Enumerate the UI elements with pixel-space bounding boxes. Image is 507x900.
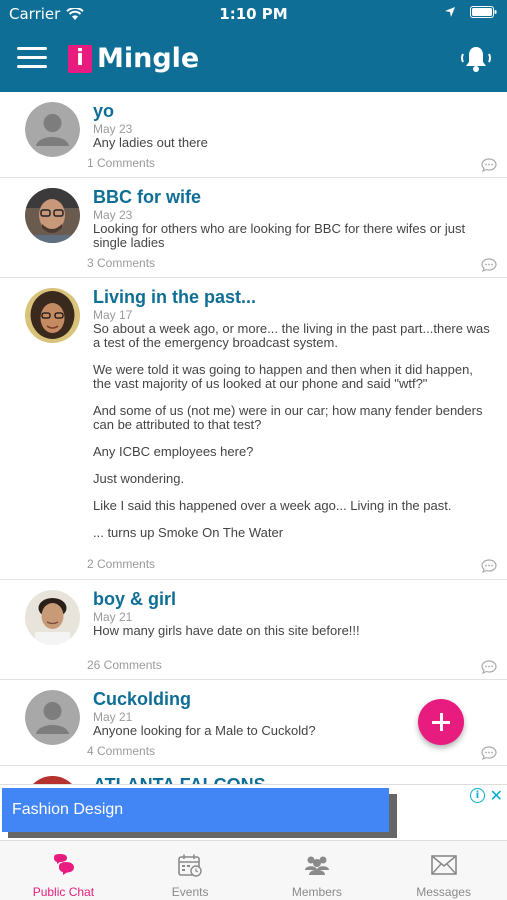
hamburger-menu-icon[interactable] (17, 47, 47, 71)
default-avatar-icon[interactable] (25, 690, 80, 745)
ad-close-icon[interactable]: ✕ (490, 786, 503, 805)
comments-count[interactable]: 2 Comments (87, 557, 155, 571)
tab-events[interactable]: Events (127, 841, 254, 900)
members-icon (304, 856, 329, 875)
post-title[interactable]: Living in the past... (93, 286, 507, 308)
comment-bubble-icon[interactable] (481, 746, 497, 760)
post-title[interactable]: boy & girl (93, 588, 507, 610)
comment-bubble-icon[interactable] (481, 559, 497, 573)
comments-count[interactable]: 1 Comments (87, 156, 155, 170)
comments-count[interactable]: 4 Comments (87, 744, 155, 758)
user-avatar-photo[interactable] (25, 188, 80, 243)
status-time: 1:10 PM (219, 5, 288, 23)
location-arrow-icon (445, 7, 455, 17)
comments-count[interactable]: 26 Comments (87, 658, 162, 672)
comment-bubble-icon[interactable] (481, 158, 497, 172)
post-body: Looking for others who are looking for B… (93, 221, 466, 250)
envelope-icon (430, 855, 457, 875)
ad-banner[interactable]: Fashion Design i ✕ (0, 784, 507, 840)
tab-members[interactable]: Members (254, 841, 381, 900)
post-body: How many girls have date on this site be… (93, 623, 360, 638)
comments-count[interactable]: 3 Comments (87, 256, 155, 270)
post-date: May 17 (93, 308, 133, 322)
default-avatar-icon[interactable] (25, 102, 80, 157)
nav-bar: i Mingle (0, 28, 507, 92)
post-date: May 21 (93, 610, 133, 624)
post-title[interactable]: yo (93, 100, 507, 122)
app-logo: i Mingle (68, 43, 199, 74)
tab-public-chat[interactable]: Public Chat (0, 841, 127, 900)
status-bar: Carrier 1:10 PM (0, 0, 507, 28)
user-avatar-photo[interactable] (25, 776, 80, 784)
tab-bar: Public Chat Events Members Messages (0, 840, 507, 900)
ad-info-icon[interactable]: i (470, 788, 485, 803)
tab-label: Messages (416, 885, 471, 899)
comment-bubble-icon[interactable] (481, 258, 497, 272)
tab-label: Members (291, 885, 342, 899)
post-date: May 23 (93, 122, 133, 136)
post-title[interactable]: ATLANTA FALCONS (93, 774, 507, 784)
calendar-icon (178, 854, 202, 877)
user-avatar-photo[interactable] (25, 288, 80, 343)
battery-icon (470, 6, 497, 18)
post-title[interactable]: BBC for wife (93, 186, 507, 208)
post-date: May 23 (93, 208, 133, 222)
chat-bubbles-icon (54, 854, 75, 875)
post-item[interactable]: BBC for wife May 23 Looking for others w… (0, 178, 507, 278)
user-avatar-photo[interactable] (25, 590, 80, 645)
post-body: Any ladies out there (93, 135, 208, 150)
post-body: So about a week ago, or more... the livi… (93, 321, 490, 540)
new-post-button[interactable] (418, 699, 464, 745)
post-item[interactable]: yo May 23 Any ladies out there 1 Comment… (0, 92, 507, 178)
comment-bubble-icon[interactable] (481, 660, 497, 674)
post-item[interactable]: ATLANTA FALCONS (0, 766, 507, 784)
tab-label: Events (171, 885, 209, 899)
app-name: Mingle (97, 43, 200, 74)
logo-mark: i (68, 44, 92, 73)
ad-label[interactable]: Fashion Design (2, 788, 389, 832)
tab-label: Public Chat (32, 885, 95, 899)
post-feed[interactable]: yo May 23 Any ladies out there 1 Comment… (0, 92, 507, 784)
post-item[interactable]: Living in the past... May 17 So about a … (0, 278, 507, 580)
post-item[interactable]: boy & girl May 21 How many girls have da… (0, 580, 507, 680)
tab-messages[interactable]: Messages (380, 841, 507, 900)
notification-bell-icon[interactable] (459, 42, 493, 76)
